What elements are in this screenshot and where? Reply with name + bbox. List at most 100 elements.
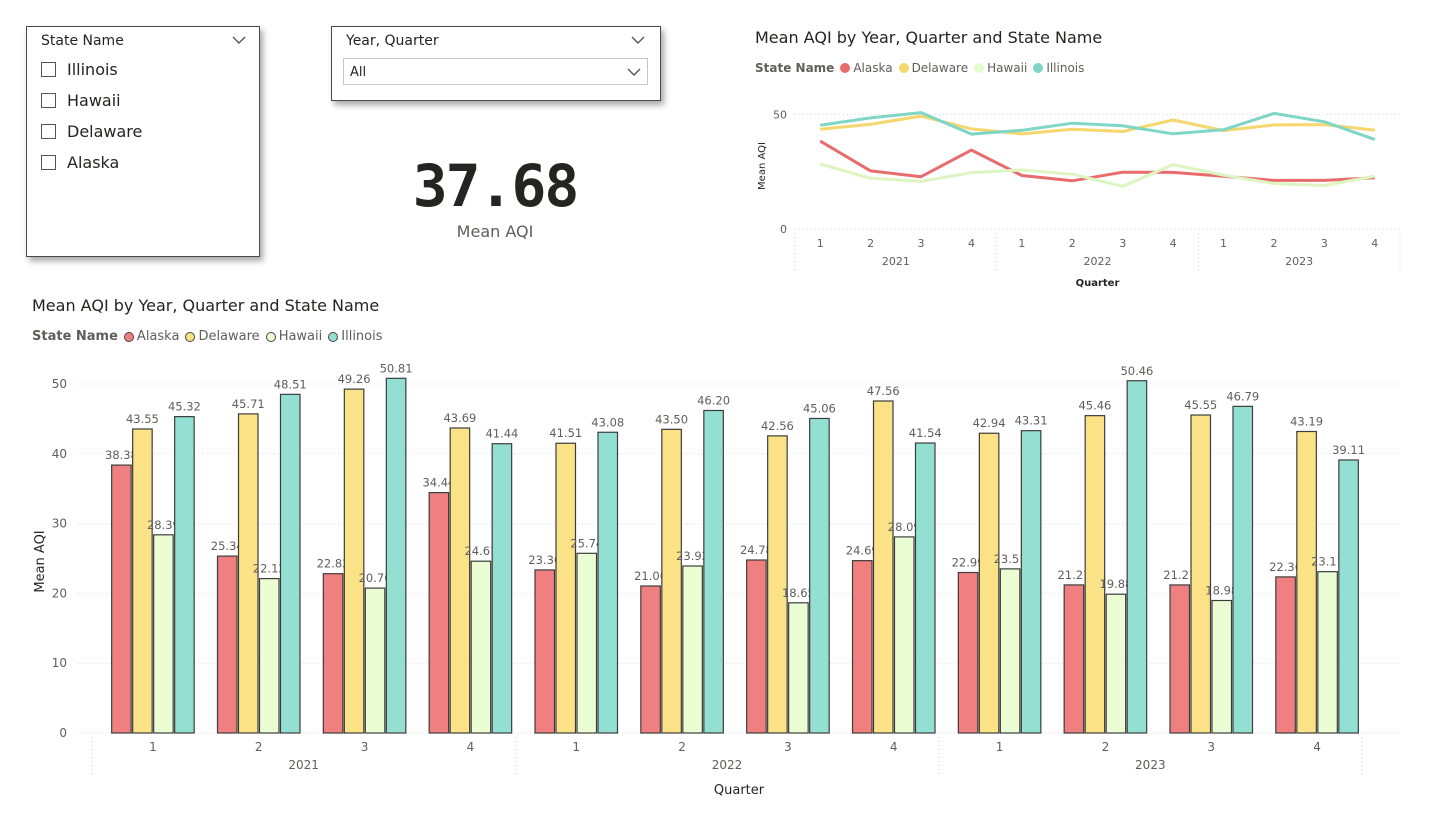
legend-item-delaware[interactable]: Delaware [185,329,260,344]
data-label: 41.51 [549,426,582,440]
state-option-hawaii[interactable]: Hawaii [41,91,121,110]
year-quarter-slicer: Year, Quarter All [331,26,661,101]
bar-hawaii [1211,599,1233,734]
y-axis-title: Mean AQI [33,530,48,592]
year-slicer-header: Year, Quarter [346,33,439,49]
state-option-delaware[interactable]: Delaware [41,122,142,141]
legend-dot [1033,63,1044,73]
x-group-label: 2023 [1285,255,1313,268]
legend-title: State Name [32,329,118,344]
state-option-label: Alaska [67,152,120,172]
x-axis-title: Quarter [1076,278,1120,289]
data-label: 43.31 [1015,414,1048,428]
legend-dot [898,63,909,73]
x-tick-label: 3 [918,237,925,250]
legend-item-hawaii[interactable]: Hawaii [974,61,1027,75]
data-label: 46.79 [1226,389,1259,403]
state-option-label: Illinois [67,59,118,79]
legend-item-alaska[interactable]: Alaska [123,329,180,344]
checkbox[interactable] [41,92,56,108]
x-tick-label: 1 [1220,237,1227,250]
y-tick-label: 0 [59,726,67,740]
data-label: 42.94 [973,416,1006,430]
x-group-label: 2021 [882,255,910,268]
bar-delaware [1190,414,1212,734]
bar-delaware [1084,415,1106,734]
y-tick-label: 20 [52,586,67,600]
bar-illinois [1126,380,1148,734]
legend-item-delaware[interactable]: Delaware [898,61,969,75]
legend-item-illinois[interactable]: Illinois [1033,61,1084,75]
chevron-down-icon[interactable] [630,35,646,45]
bar-alaska [1275,576,1296,734]
x-tick-label: 3 [1119,237,1126,250]
legend-dot [123,331,134,342]
data-label: 45.06 [803,401,836,415]
bar-hawaii [682,565,703,734]
kpi-label: Mean AQI [456,222,534,241]
legend-label: Delaware [911,61,969,75]
x-tick-label: 3 [361,740,369,754]
legend-label: Illinois [341,329,383,344]
kpi-value: 37.68 [412,152,580,220]
line-chart-title: Mean AQI by Year, Quarter and State Name [755,28,1103,47]
chevron-down-icon[interactable] [231,35,247,45]
bar-alaska [322,573,344,734]
x-group-label: 2022 [712,758,743,772]
x-tick-label: 4 [968,237,975,250]
bar-illinois [1232,405,1254,734]
legend-label: Hawaii [278,329,323,344]
bar-delaware [132,428,153,734]
data-label: 42.56 [761,419,794,433]
legend-item-illinois[interactable]: Illinois [328,329,383,344]
bar-hawaii [153,534,174,734]
checkbox[interactable] [41,154,56,170]
state-option-alaska[interactable]: Alaska [41,152,120,172]
bar-delaware [767,435,788,734]
data-label: 47.56 [867,384,900,398]
x-tick-label: 1 [817,237,824,250]
bar-delaware [343,388,365,734]
y-tick-label: 10 [52,656,67,670]
bar-illinois [174,416,195,734]
bar-chart[interactable]: 0102030405038.3843.5528.3945.32125.3445.… [0,360,1420,810]
checkbox[interactable] [41,123,56,139]
line-chart[interactable]: 0 50 1 2 3 4 1 2 3 4 1 2 3 4 2021 2022 2023 Quarter Mean A… [745,95,1405,295]
bar-hawaii [364,587,386,734]
y-tick-label: 40 [52,447,67,461]
x-tick-label: 2 [1270,237,1277,250]
bar-alaska [1169,584,1191,734]
x-tick-label: 4 [1313,740,1321,754]
legend-item-alaska[interactable]: Alaska [840,61,893,75]
data-label: 43.08 [591,415,624,429]
legend-item-hawaii[interactable]: Hawaii [265,329,323,344]
bar-illinois [1338,459,1359,734]
data-label: 41.44 [485,427,518,441]
legend-dot [185,331,196,342]
bar-delaware [555,442,577,734]
bar-illinois [809,417,830,734]
bar-alaska [957,571,979,734]
state-option-illinois[interactable]: Illinois [41,59,118,79]
data-label: 45.71 [232,397,265,411]
bar-hawaii [999,568,1021,734]
data-label: 43.55 [126,412,159,426]
x-tick-label: 1 [149,740,157,754]
bar-hawaii [1105,593,1127,734]
y-axis-title: Mean AQI [757,142,768,190]
legend-label: Hawaii [987,61,1028,75]
legend-label: Delaware [198,329,260,344]
y-tick-label: 50 [52,377,67,391]
checkbox[interactable] [41,61,56,77]
x-tick-label: 1 [572,740,580,754]
x-tick-label: 3 [784,740,792,754]
bar-delaware [978,432,1000,734]
legend-dot [840,63,851,73]
x-tick-label: 2 [255,740,263,754]
dropdown-value: All [350,65,367,80]
line-chart-legend: State Name Alaska Delaware Hawaii Illino… [755,61,1090,75]
legend-label: Alaska [136,329,180,344]
bar-illinois [597,431,619,734]
year-quarter-dropdown[interactable]: All [343,58,648,85]
data-label: 48.51 [274,377,307,391]
